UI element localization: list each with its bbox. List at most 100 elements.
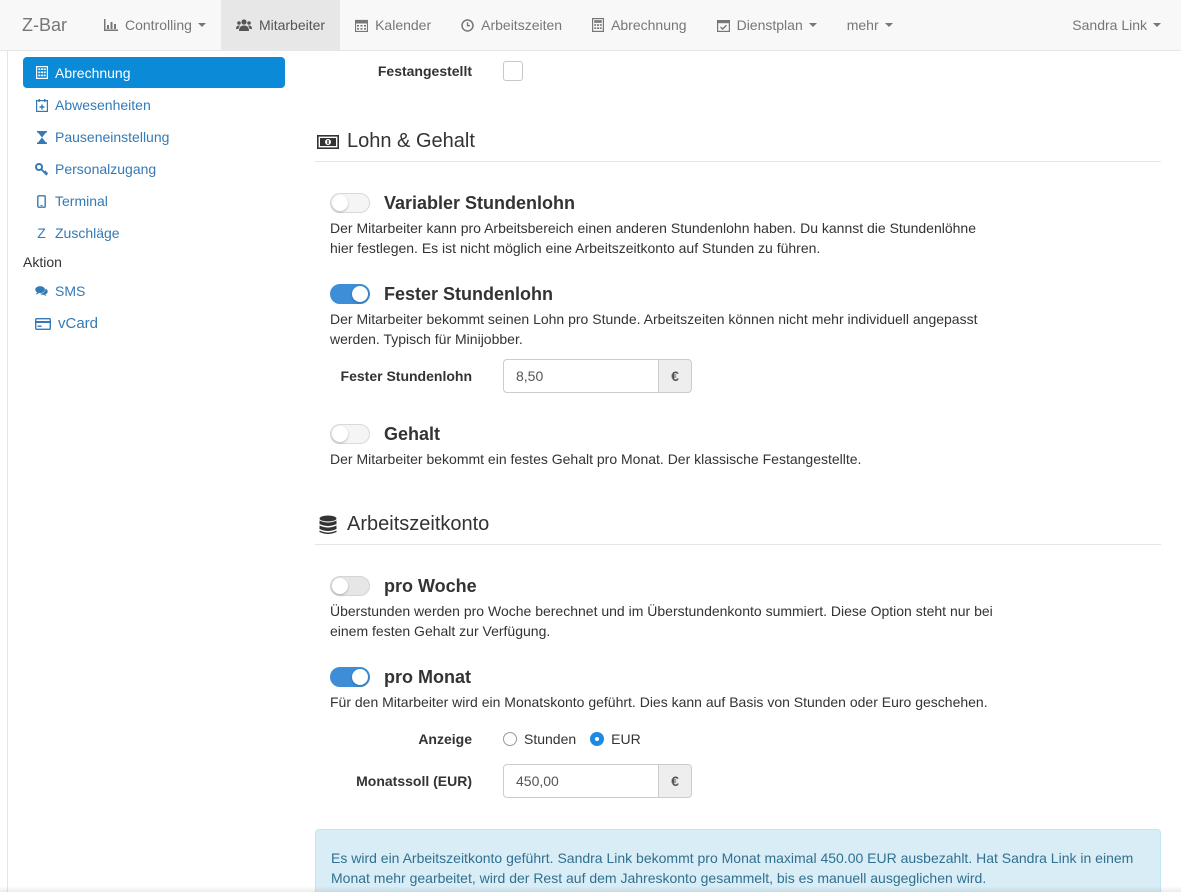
fester-stundenlohn-label: Fester Stundenlohn: [340, 368, 472, 384]
money-icon: [317, 134, 339, 149]
festangestellt-row: Festangestellt: [315, 60, 523, 82]
top-navbar: Z-Bar Controlling Mitarbeiter Kalender A…: [0, 0, 1181, 51]
fester-toggle[interactable]: [330, 284, 370, 304]
radio-stunden[interactable]: Stunden: [503, 731, 576, 747]
user-menu[interactable]: Sandra Link: [1057, 0, 1181, 50]
nav-mehr-label: mehr: [846, 17, 879, 33]
fester-stundenlohn-input-group: 8,50 €: [503, 359, 692, 393]
sidebar-item-terminal[interactable]: Terminal: [23, 185, 285, 217]
monatssoll-input-group: 450,00 €: [503, 764, 692, 798]
woche-title: pro Woche: [384, 575, 477, 596]
anzeige-label: Anzeige: [418, 731, 472, 747]
toggle-knob: [332, 426, 348, 442]
z-icon: Z: [37, 225, 46, 241]
calculator-icon: [592, 18, 605, 32]
clock-icon: [461, 18, 474, 32]
nav-abrechnung[interactable]: Abrechnung: [577, 0, 702, 50]
toggle-knob: [352, 669, 368, 685]
credit-card-icon: [35, 317, 51, 330]
nav-kalender-label: Kalender: [375, 17, 432, 33]
database-icon: [319, 515, 337, 534]
fester-description: Der Mitarbeiter bekommt seinen Lohn pro …: [330, 311, 978, 347]
fester-stundenlohn-input[interactable]: 8,50: [503, 359, 659, 393]
monat-row: pro Monat: [315, 666, 471, 688]
bottom-shadow: [0, 886, 1181, 892]
monatssoll-label: Monatssoll (EUR): [356, 773, 472, 789]
nav-controlling[interactable]: Controlling: [89, 0, 221, 50]
nav-mitarbeiter[interactable]: Mitarbeiter: [220, 0, 341, 50]
konto-section-title: Arbeitszeitkonto: [347, 513, 490, 535]
gehalt-toggle[interactable]: [330, 424, 370, 444]
sidebar-item-sms[interactable]: SMS: [23, 275, 285, 307]
sidebar-item-personalzugang[interactable]: Personalzugang: [23, 153, 285, 185]
radio-eur-label: EUR: [611, 731, 641, 747]
user-name: Sandra Link: [1072, 17, 1147, 33]
variabler-title: Variabler Stundenlohn: [384, 192, 576, 213]
sidebar-item-pauseneinstellung[interactable]: Pauseneinstellung: [23, 121, 285, 153]
variabler-row: Variabler Stundenlohn: [315, 192, 575, 214]
nav-kalender[interactable]: Kalender: [340, 0, 446, 50]
variabler-description: Der Mitarbeiter kann pro Arbeitsbereich …: [330, 220, 976, 256]
calendar-plus-icon: [35, 98, 48, 112]
key-icon: [35, 162, 48, 176]
nav-controlling-label: Controlling: [125, 17, 192, 33]
chevron-down-icon: [884, 23, 893, 27]
nav-arbeitszeiten[interactable]: Arbeitszeiten: [446, 0, 577, 50]
sidebar-item-label: Abrechnung: [55, 64, 131, 81]
sidebar-item-vcard[interactable]: vCard: [23, 307, 285, 340]
radio-stunden-label: Stunden: [524, 731, 577, 747]
toggle-knob: [332, 195, 348, 211]
fester-stundenlohn-field-row: Fester Stundenlohn 8,50 €: [315, 359, 692, 393]
brand-logo[interactable]: Z-Bar: [0, 0, 89, 50]
anzeige-row: Anzeige Stunden EUR: [315, 728, 655, 750]
sidebar-item-label: Zuschläge: [55, 225, 120, 241]
monatssoll-row: Monatssoll (EUR) 450,00 €: [315, 764, 692, 798]
calculator-icon: [35, 66, 48, 79]
radio-stunden-button[interactable]: [503, 732, 517, 746]
woche-row: pro Woche: [315, 575, 477, 597]
bar-chart-icon: [104, 19, 118, 31]
calendar-icon: [355, 19, 369, 32]
sidebar-item-zuschlaege[interactable]: Z Zuschläge: [23, 217, 285, 249]
sidebar-item-label: Personalzugang: [55, 161, 157, 177]
euro-addon: €: [659, 764, 692, 798]
sidebar-item-label: Pauseneinstellung: [55, 129, 170, 145]
toggle-knob: [332, 578, 348, 594]
nav-mehr[interactable]: mehr: [832, 0, 908, 50]
monat-title: pro Monat: [384, 666, 471, 687]
page-border: [7, 51, 8, 892]
info-alert: Es wird ein Arbeitszeitkonto geführt. Sa…: [315, 829, 1161, 892]
woche-toggle[interactable]: [330, 576, 370, 596]
radio-eur[interactable]: EUR: [590, 731, 641, 747]
sidebar-section-aktion: Aktion: [23, 254, 62, 270]
sidebar-item-label: SMS: [55, 283, 86, 299]
nav-dienstplan-label: Dienstplan: [736, 17, 803, 33]
nav-dienstplan[interactable]: Dienstplan: [702, 0, 832, 50]
radio-eur-button[interactable]: [590, 732, 605, 746]
hourglass-icon: [35, 130, 48, 144]
sidebar-item-abrechnung[interactable]: Abrechnung: [23, 57, 285, 88]
sidebar-item-label: vCard: [58, 315, 99, 332]
festangestellt-checkbox[interactable]: [503, 61, 523, 81]
comments-icon: [35, 285, 48, 298]
fester-row: Fester Stundenlohn: [315, 283, 553, 305]
nav-arbeitszeiten-label: Arbeitszeiten: [481, 17, 563, 33]
chevron-down-icon: [1153, 23, 1161, 27]
festangestellt-label: Festangestellt: [377, 63, 472, 79]
gehalt-description: Der Mitarbeiter bekommt ein festes Gehal…: [330, 451, 862, 467]
konto-section-header: Arbeitszeitkonto: [315, 505, 1161, 545]
users-icon: [235, 19, 252, 31]
tablet-icon: [35, 194, 48, 208]
calendar-check-icon: [716, 19, 730, 32]
fester-title: Fester Stundenlohn: [384, 283, 554, 304]
euro-addon: €: [659, 359, 692, 393]
sidebar-item-abwesenheiten[interactable]: Abwesenheiten: [23, 89, 285, 121]
monat-toggle[interactable]: [330, 667, 370, 687]
monatssoll-input[interactable]: 450,00: [503, 764, 659, 798]
variabler-toggle[interactable]: [330, 193, 370, 213]
sidebar-item-label: Abwesenheiten: [55, 97, 151, 113]
chevron-down-icon: [808, 23, 817, 27]
monat-description: Für den Mitarbeiter wird ein Monatskonto…: [330, 694, 988, 710]
woche-description: Überstunden werden pro Woche berechnet u…: [330, 603, 993, 639]
